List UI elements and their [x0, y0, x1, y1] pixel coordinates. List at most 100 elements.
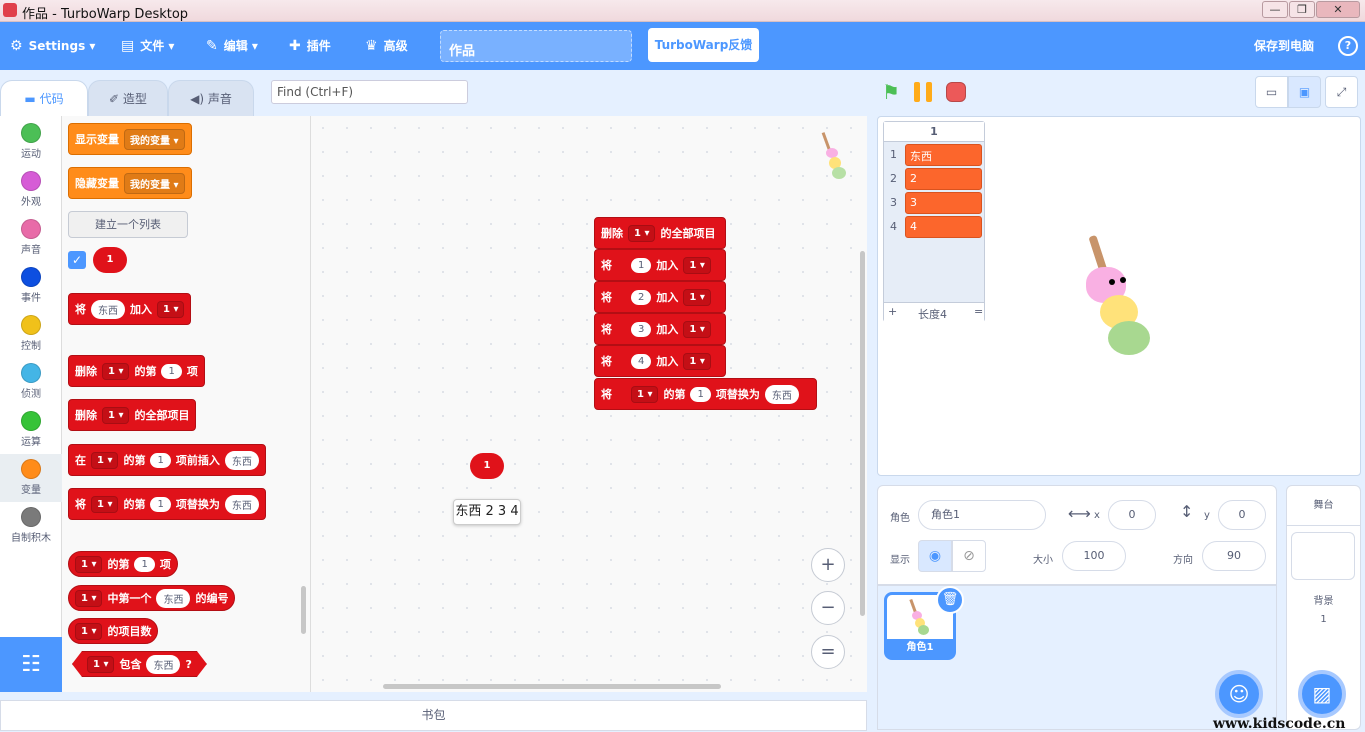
addons-menu[interactable]: ✚ 插件	[289, 22, 331, 70]
item-of-list-block[interactable]: 1 ▾ 的第 1 项	[68, 551, 178, 577]
zoom-reset-button[interactable]: =	[811, 635, 845, 669]
direction-input[interactable]: 90	[1202, 541, 1266, 571]
small-stage-button[interactable]: ▭	[1255, 76, 1288, 108]
script-add-block-3[interactable]: 将 3 加入 1 ▾	[594, 313, 726, 345]
list-dropdown[interactable]: 1 ▾	[91, 451, 119, 469]
hide-sprite-eye-icon[interactable]: ⊘	[952, 540, 986, 572]
replace-item-block[interactable]: 将 1 ▾ 的第 1 项替换为 东西	[68, 488, 266, 520]
category-sound[interactable]: 声音	[0, 214, 62, 262]
list-item-value[interactable]: 东西	[905, 144, 982, 166]
list-dropdown[interactable]: 1 ▾	[683, 256, 711, 274]
block-input[interactable]: 东西	[156, 588, 191, 608]
choose-sprite-button[interactable]: ☺	[1215, 670, 1263, 718]
list-dropdown[interactable]: 1 ▾	[628, 224, 656, 242]
close-button[interactable]: ✕	[1316, 1, 1360, 18]
insert-at-block[interactable]: 在 1 ▾ 的第 1 项前插入 东西	[68, 444, 266, 476]
category-variables[interactable]: 变量	[0, 454, 62, 502]
file-menu[interactable]: ▤ 文件 ▾	[121, 22, 174, 70]
category-operators[interactable]: 运算	[0, 406, 62, 454]
delete-all-block[interactable]: 删除 1 ▾ 的全部项目	[68, 399, 197, 431]
variable-dropdown[interactable]: 我的变量 ▾	[124, 128, 185, 150]
advanced-menu[interactable]: ♛ 高级	[365, 22, 408, 70]
list-item-value[interactable]: 4	[905, 216, 982, 238]
list-dropdown[interactable]: 1 ▾	[683, 288, 711, 306]
sprite-name-input[interactable]: 角色1	[918, 500, 1046, 530]
size-input[interactable]: 100	[1062, 541, 1126, 571]
green-flag-icon[interactable]: ⚑	[882, 80, 902, 104]
category-sensing[interactable]: 侦测	[0, 358, 62, 406]
index-of-item-block[interactable]: 1 ▾ 中第一个 东西 的编号	[68, 585, 236, 611]
category-motion[interactable]: 运动	[0, 118, 62, 166]
stage-selector[interactable]: 舞台 背景 1 ▨	[1286, 485, 1361, 730]
script-replace-block[interactable]: 将 1 ▾ 的第 1 项替换为 东西	[594, 378, 817, 410]
list-item[interactable]: 33	[887, 192, 983, 214]
list-dropdown[interactable]: 1 ▾	[157, 300, 185, 318]
script-add-block-1[interactable]: 将 1 加入 1 ▾	[594, 249, 726, 281]
large-stage-button[interactable]: ▣	[1288, 76, 1321, 108]
list-dropdown[interactable]: 1 ▾	[102, 406, 130, 424]
block-input[interactable]: 1	[161, 363, 182, 379]
show-sprite-eye-icon[interactable]: ◉	[918, 540, 952, 572]
block-input[interactable]: 1	[134, 556, 155, 572]
list-dropdown[interactable]: 1 ▾	[75, 589, 103, 607]
zoom-out-button[interactable]: −	[811, 591, 845, 625]
script-delete-all-block[interactable]: 删除 1 ▾ 的全部项目	[594, 217, 726, 249]
stage-thumbnail[interactable]	[1291, 532, 1355, 580]
delete-sprite-trash-icon[interactable]: 🗑	[936, 586, 964, 614]
add-to-list-block[interactable]: 将东西 加入 1 ▾	[68, 293, 192, 325]
script-add-block-2[interactable]: 将 2 加入 1 ▾	[594, 281, 726, 313]
stop-icon[interactable]	[946, 82, 966, 102]
workspace-vertical-scrollbar[interactable]	[860, 251, 865, 616]
minimize-button[interactable]: —	[1262, 1, 1288, 18]
edit-menu[interactable]: ✎ 编辑 ▾	[206, 22, 258, 70]
list-item-value[interactable]: 2	[905, 168, 982, 190]
list-contains-block[interactable]: 1 ▾ 包含 东西?	[72, 651, 207, 677]
block-input[interactable]: 3	[631, 321, 652, 337]
pause-icon-bar-left[interactable]	[914, 82, 920, 102]
zoom-in-button[interactable]: +	[811, 548, 845, 582]
workspace-list-reporter[interactable]: 1	[470, 453, 504, 479]
add-extension-button[interactable]: ☷	[0, 637, 62, 692]
variable-dropdown[interactable]: 我的变量 ▾	[124, 172, 185, 194]
block-input[interactable]: 东西	[764, 384, 799, 404]
stage[interactable]: 1 1 东西 22 33 44 + 长度4 =	[877, 116, 1361, 476]
workspace-horizontal-scrollbar[interactable]	[383, 684, 721, 689]
block-input[interactable]: 东西	[224, 494, 259, 514]
list-dropdown[interactable]: 1 ▾	[87, 656, 114, 673]
help-icon[interactable]: ?	[1338, 36, 1358, 56]
list-item[interactable]: 22	[887, 168, 983, 190]
list-dropdown[interactable]: 1 ▾	[75, 555, 103, 573]
block-input[interactable]: 东西	[224, 450, 259, 470]
list-dropdown[interactable]: 1 ▾	[683, 352, 711, 370]
block-input[interactable]: 1	[150, 452, 171, 468]
tab-costumes[interactable]: ✐ 造型	[88, 80, 168, 116]
block-input[interactable]: 东西	[146, 655, 180, 674]
pause-icon-bar-right[interactable]	[926, 82, 932, 102]
choose-backdrop-button[interactable]: ▨	[1298, 670, 1346, 718]
length-of-list-block[interactable]: 1 ▾ 的项目数	[68, 618, 159, 644]
list-dropdown[interactable]: 1 ▾	[75, 622, 103, 640]
x-input[interactable]: 0	[1108, 500, 1156, 530]
category-control[interactable]: 控制	[0, 310, 62, 358]
show-variable-block[interactable]: 显示变量 我的变量 ▾	[68, 123, 192, 155]
list-dropdown[interactable]: 1 ▾	[102, 362, 130, 380]
list-item[interactable]: 1 东西	[887, 144, 983, 166]
feedback-button[interactable]: TurboWarp反馈	[648, 28, 759, 62]
settings-menu[interactable]: ⚙ Settings ▾	[10, 22, 95, 70]
delete-item-block[interactable]: 删除 1 ▾ 的第 1 项	[68, 355, 205, 387]
block-input[interactable]: 2	[631, 289, 652, 305]
category-looks[interactable]: 外观	[0, 166, 62, 214]
block-input[interactable]: 1	[631, 257, 652, 273]
list-item[interactable]: 44	[887, 216, 983, 238]
list-dropdown[interactable]: 1 ▾	[631, 385, 659, 403]
find-input[interactable]: Find (Ctrl+F)	[271, 80, 468, 104]
tab-sounds[interactable]: ◀) 声音	[168, 80, 254, 116]
list-dropdown[interactable]: 1 ▾	[91, 495, 119, 513]
code-workspace[interactable]: 删除 1 ▾ 的全部项目 将 1 加入 1 ▾ 将 2 加入 1 ▾ 将 3 加入 1 ▾ 将 4 加入 1…	[311, 116, 867, 692]
block-input[interactable]: 1	[690, 386, 711, 402]
list-item-value[interactable]: 3	[905, 192, 982, 214]
list-add-button[interactable]: +	[888, 305, 897, 318]
list-monitor[interactable]: 1 1 东西 22 33 44 + 长度4 =	[883, 121, 985, 322]
project-title-input[interactable]: 作品	[440, 30, 632, 62]
list-resize-handle[interactable]: =	[974, 305, 983, 318]
